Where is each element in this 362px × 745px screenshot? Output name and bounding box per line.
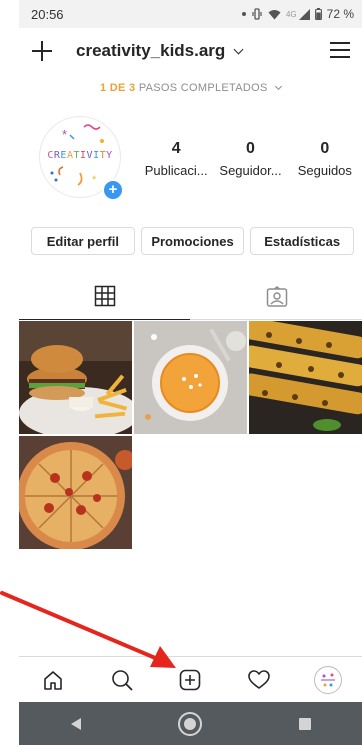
android-home[interactable] <box>170 704 210 744</box>
stat-value: 0 <box>246 140 255 157</box>
nav-activity[interactable] <box>239 660 279 700</box>
wifi-icon <box>268 9 281 19</box>
profile-avatar-small <box>313 665 342 694</box>
android-back[interactable] <box>56 704 96 744</box>
vibrate-icon <box>252 8 262 20</box>
bottom-nav <box>19 656 362 702</box>
profile-tabs <box>19 273 362 320</box>
battery-icon <box>314 8 322 20</box>
stat-label: Seguidos <box>297 163 352 178</box>
onboarding-steps[interactable]: 1 DE 3 PASOS COMPLETADOS <box>19 82 362 94</box>
profile-header: creativity_kids.arg <box>19 28 362 74</box>
burger-photo <box>19 321 132 434</box>
phone-screen: 20:56 4G 72 % creativity_kids.arg 1 DE 3… <box>19 0 362 745</box>
account-name: creativity_kids.arg <box>76 41 226 60</box>
profile-avatar[interactable]: * * CREATIVITY + <box>39 116 124 201</box>
chevron-down-icon <box>233 44 244 54</box>
nav-new-post[interactable] <box>170 660 210 700</box>
stat-label: Seguidor... <box>219 163 282 178</box>
nav-home[interactable] <box>33 660 73 700</box>
promotions-button[interactable]: Promociones <box>140 227 245 255</box>
profile-actions: Editar perfil Promociones Estadísticas <box>31 227 355 255</box>
stat-value: 0 <box>320 140 330 157</box>
soup-photo <box>134 321 247 434</box>
android-nav-bar <box>19 702 362 745</box>
back-icon <box>71 717 82 730</box>
add-story-button[interactable]: + <box>102 179 124 201</box>
heart-icon <box>248 669 270 689</box>
grid-icon <box>94 285 115 307</box>
signal-icon <box>298 8 310 20</box>
home-circle-icon <box>178 711 203 736</box>
new-post-icon <box>180 669 201 690</box>
new-content-icon[interactable] <box>31 40 53 62</box>
nav-search[interactable] <box>102 660 142 700</box>
stat-posts[interactable]: 4 Publicaci... <box>139 140 213 178</box>
post-thumbnail-soup[interactable] <box>134 321 247 434</box>
svg-text:*: * <box>62 127 67 142</box>
status-bar: 20:56 4G 72 % <box>19 0 362 28</box>
steps-progress: 1 DE 3 <box>100 82 136 94</box>
battery-percent: 72 % <box>326 7 354 21</box>
home-icon <box>44 670 63 690</box>
stat-value: 4 <box>171 140 181 157</box>
post-thumbnail-pizza[interactable] <box>19 436 132 549</box>
chevron-down-icon <box>274 82 283 91</box>
tab-grid[interactable] <box>19 273 190 320</box>
edit-profile-button[interactable]: Editar perfil <box>31 227 135 255</box>
status-time: 20:56 <box>31 6 64 22</box>
pizza-photo <box>19 436 132 549</box>
stat-following[interactable]: 0 Seguidos <box>288 140 362 178</box>
tab-tagged[interactable] <box>191 273 362 320</box>
nav-profile[interactable] <box>308 660 348 700</box>
stat-label: Publicaci... <box>144 163 208 178</box>
search-icon <box>112 669 133 691</box>
steps-label: PASOS COMPLETADOS <box>138 82 268 94</box>
profile-stats: 4 Publicaci... 0 Seguidor... 0 Seguidos <box>139 140 362 178</box>
tagged-icon <box>266 285 287 307</box>
menu-icon[interactable] <box>330 42 350 58</box>
post-thumbnail-corn[interactable] <box>249 321 362 434</box>
statistics-button[interactable]: Estadísticas <box>250 227 355 255</box>
dot-icon <box>241 12 246 16</box>
network-type: 4G <box>285 9 297 19</box>
recents-icon <box>298 717 311 730</box>
android-recents[interactable] <box>285 704 325 744</box>
account-switcher[interactable]: creativity_kids.arg <box>76 41 244 61</box>
avatar-logo-text: CREATIVITY <box>47 150 113 161</box>
svg-text:*: * <box>92 174 97 186</box>
status-icons: 4G 72 % <box>241 7 354 21</box>
post-thumbnail-burger[interactable] <box>19 321 132 434</box>
corn-photo <box>249 321 362 434</box>
stat-followers[interactable]: 0 Seguidor... <box>213 140 287 178</box>
